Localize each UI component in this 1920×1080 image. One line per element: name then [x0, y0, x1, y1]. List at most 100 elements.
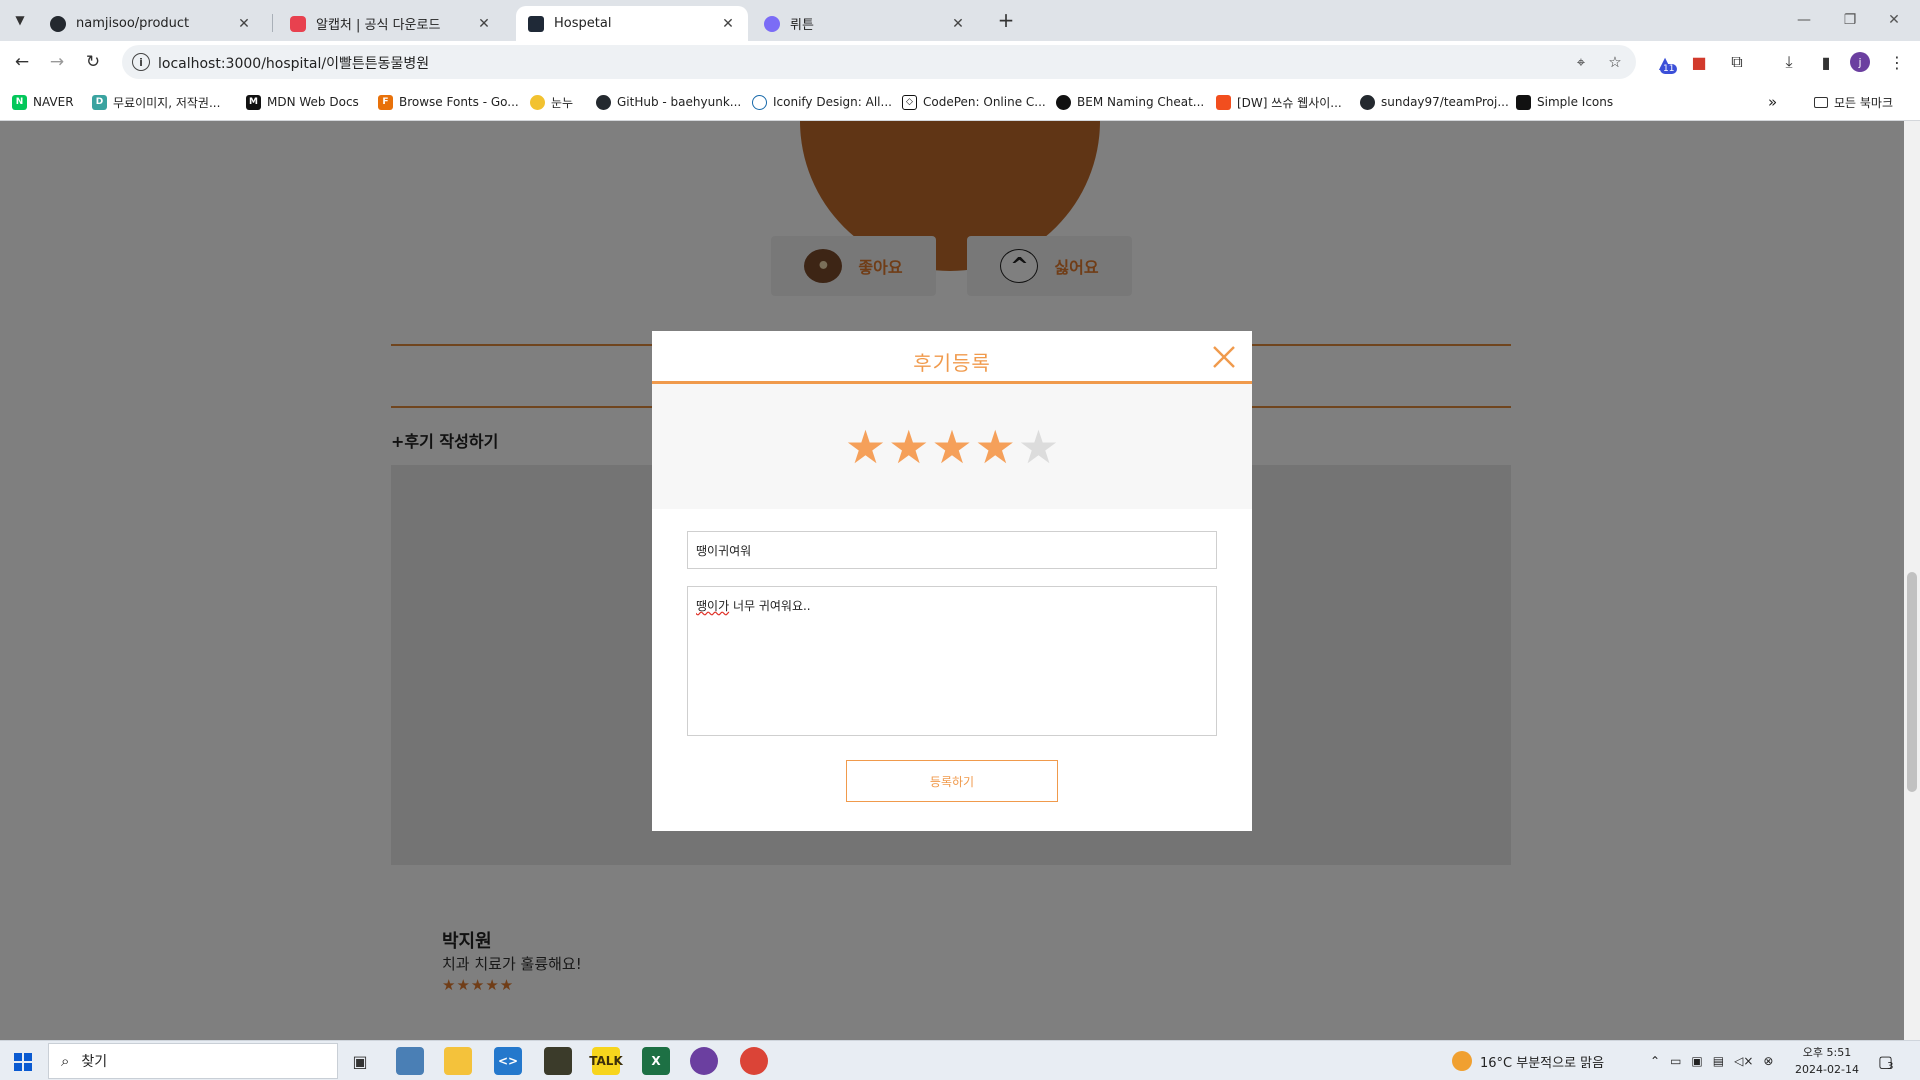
bookmark-google-fonts[interactable]: F Browse Fonts - Go...	[378, 92, 519, 112]
reload-icon[interactable]: ↻	[81, 50, 105, 74]
star-icon[interactable]: ★	[845, 424, 886, 470]
simple-icons-icon	[1516, 94, 1531, 110]
bookmark-noonnu[interactable]: 눈누	[530, 92, 573, 112]
chrome-icon[interactable]	[740, 1047, 768, 1075]
bookmark-figma-dw[interactable]: [DW] 쓰슈 웹사이...	[1216, 92, 1342, 112]
google-fonts-icon: F	[378, 94, 393, 110]
bookmark-simple-icons[interactable]: Simple Icons	[1516, 92, 1613, 112]
bookmark-github-sunday97[interactable]: sunday97/teamProj...	[1360, 92, 1509, 112]
forward-icon[interactable]: →	[45, 50, 69, 74]
bookmark-label: Browse Fonts - Go...	[399, 95, 519, 109]
clock-time: 오후 5:51	[1802, 1046, 1852, 1059]
notification-center-icon[interactable]: ▢ 3	[1878, 1041, 1894, 1080]
windows-start-icon[interactable]	[14, 1053, 32, 1071]
tray-app-icon[interactable]: ▭	[1670, 1054, 1681, 1068]
bookmark-label: sunday97/teamProj...	[1381, 95, 1509, 109]
tab-namjisoo-product[interactable]: namjisoo/product ✕	[38, 6, 264, 41]
more-bookmarks-chevron-icon[interactable]: »	[1768, 92, 1777, 112]
ime-icon[interactable]: ⊗	[1763, 1054, 1773, 1068]
review-modal: 후기등록 ★★★★★ 땡이가 너무 귀여워요.. 등록하기	[652, 331, 1252, 831]
extension-red-icon[interactable]: ■	[1688, 51, 1710, 73]
kakaotalk-icon[interactable]: TALK	[589, 1047, 623, 1075]
sticky-app-icon[interactable]	[544, 1047, 572, 1075]
back-icon[interactable]: ←	[10, 50, 34, 74]
address-bar[interactable]: i localhost:3000/hospital/이빨튼튼동물병원 ⌖ ☆	[122, 45, 1636, 79]
site-info-icon[interactable]: i	[132, 53, 150, 71]
noonnu-icon	[530, 94, 545, 110]
network-icon[interactable]: ▤	[1713, 1054, 1724, 1068]
close-icon[interactable]	[1210, 343, 1238, 371]
display-icon[interactable]: ▣	[1691, 1054, 1702, 1068]
review-body-textarea[interactable]: 땡이가 너무 귀여워요..	[687, 586, 1217, 736]
bookmark-label: CodePen: Online C...	[923, 95, 1046, 109]
star-icon[interactable]: ★	[1018, 424, 1059, 470]
file-explorer-icon[interactable]	[444, 1047, 472, 1075]
close-icon[interactable]: ✕	[236, 16, 252, 32]
tab-alcapture[interactable]: 알캡처 | 공식 다운로드 ✕	[278, 6, 504, 41]
bookmark-codepen[interactable]: ◇ CodePen: Online C...	[902, 92, 1046, 112]
iconify-icon	[752, 94, 767, 110]
url-text[interactable]: localhost:3000/hospital/이빨튼튼동물병원	[158, 53, 429, 73]
close-window-icon[interactable]: ✕	[1874, 4, 1914, 36]
close-icon[interactable]: ✕	[720, 16, 736, 32]
extensions-puzzle-icon[interactable]: ⧉	[1726, 51, 1748, 73]
tray-icons[interactable]: ⌃ ▭ ▣ ▤ ◁× ⊗	[1650, 1041, 1773, 1080]
alcapture-icon	[290, 15, 306, 32]
tab-hospetal[interactable]: Hospetal ✕	[516, 6, 748, 41]
taskbar-search[interactable]: ⌕ 찾기	[48, 1043, 338, 1079]
profile-avatar[interactable]: j	[1850, 52, 1870, 72]
review-title-input[interactable]	[687, 531, 1217, 569]
menu-kebab-icon[interactable]: ⋮	[1886, 51, 1908, 73]
new-tab-button[interactable]: +	[994, 8, 1018, 32]
download-icon[interactable]: ⤓	[1778, 51, 1800, 73]
side-panel-icon[interactable]: ▮	[1815, 51, 1837, 73]
chevron-up-icon[interactable]: ⌃	[1650, 1054, 1660, 1068]
star-icon[interactable]: ★	[931, 424, 972, 470]
bookmark-label: GitHub - baehyunk...	[617, 95, 742, 109]
weather-widget[interactable]: 16°C 부분적으로 맑음	[1452, 1041, 1604, 1080]
task-view-icon[interactable]: ▣	[346, 1047, 374, 1075]
location-pin-icon[interactable]: ⌖	[1572, 53, 1590, 71]
bookmark-free-images[interactable]: D 무료이미지, 저작권...	[92, 92, 220, 112]
star-icon[interactable]: ★	[975, 424, 1016, 470]
github-icon	[1360, 94, 1375, 110]
codepen-icon: ◇	[902, 94, 917, 110]
scrollbar-thumb[interactable]	[1907, 572, 1917, 792]
bookmark-bem[interactable]: BEM Naming Cheat...	[1056, 92, 1204, 112]
windows-taskbar: ⌕ 찾기 ▣ <> TALK X 16°C 부분적으로 맑음 ⌃ ▭ ▣ ▤ ◁…	[0, 1040, 1920, 1080]
page-viewport: • 좋아요 ^ 싫어요 +후기 작성하기 박지원 치과 치료가 훌륭해요! ★★…	[0, 121, 1904, 1040]
bem-icon	[1056, 94, 1071, 110]
bookmark-mdn[interactable]: M MDN Web Docs	[246, 92, 359, 112]
star-icon[interactable]: ★	[888, 424, 929, 470]
taskbar-clock[interactable]: 오후 5:51 2024-02-14	[1792, 1044, 1862, 1078]
weather-text: 16°C 부분적으로 맑음	[1480, 1055, 1605, 1071]
volume-muted-icon[interactable]: ◁×	[1734, 1054, 1753, 1068]
bookmark-label: BEM Naming Cheat...	[1077, 95, 1205, 109]
restore-icon[interactable]: ❐	[1830, 4, 1870, 36]
folder-icon	[1814, 96, 1828, 108]
minimize-icon[interactable]: —	[1784, 4, 1824, 36]
bookmark-label: [DW] 쓰슈 웹사이...	[1237, 95, 1342, 110]
search-placeholder: 찾기	[81, 1054, 108, 1070]
tab-search-button[interactable]: ▼	[8, 8, 32, 32]
notepad-app-icon[interactable]	[396, 1047, 424, 1075]
bookmarks-bar: N NAVER D 무료이미지, 저작권... M MDN Web Docs F…	[0, 83, 1920, 121]
close-icon[interactable]: ✕	[950, 16, 966, 32]
github-desktop-icon[interactable]	[690, 1047, 718, 1075]
excel-icon[interactable]: X	[642, 1047, 670, 1075]
submit-review-button[interactable]: 등록하기	[846, 760, 1058, 802]
close-icon[interactable]: ✕	[476, 16, 492, 32]
bookmark-iconify[interactable]: Iconify Design: All...	[752, 92, 892, 112]
weather-icon	[1452, 1051, 1472, 1071]
tab-separator	[272, 14, 273, 32]
bookmark-star-icon[interactable]: ☆	[1606, 53, 1624, 71]
mdn-icon: M	[246, 94, 261, 110]
all-bookmarks-folder[interactable]: 모든 북마크	[1814, 92, 1893, 112]
react-icon	[528, 15, 544, 32]
bookmark-github-baehyunk[interactable]: GitHub - baehyunk...	[596, 92, 741, 112]
tab-wrtn[interactable]: 뤼튼 ✕	[752, 6, 978, 41]
vscode-icon[interactable]: <>	[494, 1047, 522, 1075]
tab-strip: ▼ namjisoo/product ✕ 알캡처 | 공식 다운로드 ✕ Hos…	[0, 0, 1920, 41]
bookmark-naver[interactable]: N NAVER	[12, 92, 74, 112]
wrtn-icon	[764, 15, 780, 32]
